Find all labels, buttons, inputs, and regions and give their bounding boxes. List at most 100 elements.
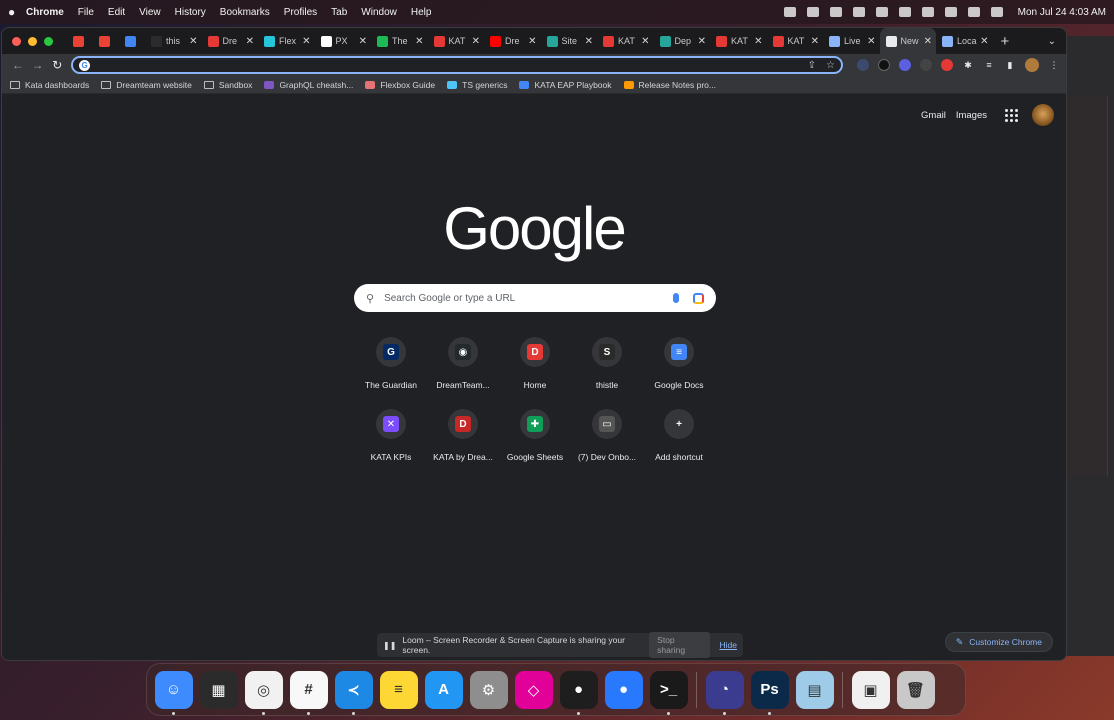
account-avatar[interactable] xyxy=(1032,104,1054,126)
browser-tab[interactable]: KAT ✕ xyxy=(428,28,485,54)
menu-tab[interactable]: Tab xyxy=(331,7,347,18)
search-input[interactable] xyxy=(384,292,673,304)
browser-tab[interactable]: The ✕ xyxy=(371,28,428,54)
status-pause-icon[interactable] xyxy=(852,7,865,17)
menu-window[interactable]: Window xyxy=(361,7,397,18)
bookmark-star-icon[interactable]: ☆ xyxy=(826,60,835,71)
shortcut-tile[interactable]: ◉ DreamTeam... xyxy=(427,334,499,394)
close-tab-icon[interactable]: ✕ xyxy=(980,36,988,47)
dock-finder-icon[interactable]: ☺ xyxy=(154,670,193,715)
bookmark-item[interactable]: GraphQL cheatsh... xyxy=(264,80,353,90)
shortcut-tile[interactable]: ≡ Google Docs xyxy=(643,334,715,394)
close-tab-icon[interactable]: ✕ xyxy=(698,36,706,47)
browser-tab[interactable]: Loca ✕ xyxy=(936,28,993,54)
shortcut-tile[interactable]: ▭ (7) Dev Onbo... xyxy=(571,406,643,466)
close-tab-icon[interactable]: ✕ xyxy=(415,36,423,47)
background-window[interactable] xyxy=(1060,36,1114,656)
dock-trash-icon[interactable]: 🗑 xyxy=(896,670,935,709)
bookmark-item[interactable]: Release Notes pro... xyxy=(623,80,716,90)
menu-help[interactable]: Help xyxy=(411,7,432,18)
extension-react-icon[interactable] xyxy=(856,59,869,71)
google-apps-icon[interactable] xyxy=(1005,108,1018,122)
control-center-icon[interactable] xyxy=(967,7,980,17)
search-box[interactable]: ⚲ xyxy=(354,284,716,312)
extension-purple-icon[interactable] xyxy=(898,59,911,71)
close-tab-icon[interactable]: ✕ xyxy=(754,36,762,47)
shortcut-tile[interactable]: ✕ KATA KPIs xyxy=(355,406,427,466)
siri-icon[interactable] xyxy=(990,7,1003,17)
tab-search-chevron-icon[interactable]: ⌄ xyxy=(1048,36,1056,47)
dock-graphql-icon[interactable]: ◇ xyxy=(514,670,553,709)
menu-edit[interactable]: Edit xyxy=(108,7,125,18)
stop-sharing-button[interactable]: Stop sharing xyxy=(649,632,710,658)
dock-notes-icon[interactable]: ≡ xyxy=(379,670,418,709)
dock-arc-icon[interactable]: ◔ xyxy=(705,670,744,715)
status-list-icon[interactable] xyxy=(783,7,796,17)
browser-tab[interactable]: KAT ✕ xyxy=(767,28,824,54)
close-tab-icon[interactable]: ✕ xyxy=(359,36,367,47)
dock-maps-icon[interactable]: ● xyxy=(604,670,643,709)
shortcut-tile[interactable]: G The Guardian xyxy=(355,334,427,394)
menu-app-name[interactable]: Chrome xyxy=(26,7,64,18)
dock-system-settings-icon[interactable]: ⚙ xyxy=(469,670,508,709)
menu-profiles[interactable]: Profiles xyxy=(284,7,317,18)
images-link[interactable]: Images xyxy=(956,110,987,121)
bookmark-item[interactable]: KATA EAP Playbook xyxy=(519,80,612,90)
browser-tab[interactable]: Site ✕ xyxy=(541,28,598,54)
browser-tab[interactable]: Live ✕ xyxy=(823,28,880,54)
close-tab-icon[interactable]: ✕ xyxy=(302,36,310,47)
browser-tab[interactable]: Flex ✕ xyxy=(258,28,315,54)
close-tab-icon[interactable]: ✕ xyxy=(528,36,536,47)
shortcut-tile[interactable]: ✚ Google Sheets xyxy=(499,406,571,466)
close-tab-icon[interactable]: ✕ xyxy=(924,36,932,47)
menubar-clock[interactable]: Mon Jul 24 4:03 AM xyxy=(1018,7,1106,18)
omnibox-input[interactable] xyxy=(96,59,798,71)
bookmark-item[interactable]: Flexbox Guide xyxy=(365,80,435,90)
chrome-menu-icon[interactable]: ⋮ xyxy=(1048,59,1060,71)
status-cloud-icon[interactable] xyxy=(829,7,842,17)
dock-terminal-icon[interactable]: >_ xyxy=(649,670,688,715)
browser-tab[interactable]: PX ✕ xyxy=(315,28,372,54)
dock-photoshop-icon[interactable]: Ps xyxy=(750,670,789,715)
shortcut-tile[interactable]: Sthistle xyxy=(571,334,643,394)
close-tab-icon[interactable]: ✕ xyxy=(641,36,649,47)
browser-tab[interactable] xyxy=(67,28,93,54)
close-window-button[interactable] xyxy=(12,36,21,46)
browser-tab[interactable]: New ✕ xyxy=(879,28,936,54)
browser-tab[interactable]: KAT ✕ xyxy=(710,28,767,54)
apple-menu-icon[interactable]: ● xyxy=(8,5,26,19)
status-record-icon[interactable] xyxy=(875,7,888,17)
customize-chrome-button[interactable]: ✎ Customize Chrome xyxy=(944,632,1053,652)
close-tab-icon[interactable]: ✕ xyxy=(585,36,593,47)
gmail-link[interactable]: Gmail xyxy=(921,110,946,121)
omnibox[interactable]: G ⇪ ☆ xyxy=(71,56,843,74)
browser-tab[interactable]: this ✕ xyxy=(145,28,202,54)
bookmark-item[interactable]: TS generics xyxy=(447,80,507,90)
reload-button[interactable]: ↻ xyxy=(47,58,67,72)
status-stats-icon[interactable] xyxy=(806,7,819,17)
hide-button[interactable]: Hide xyxy=(720,640,737,650)
dock-app-store-icon[interactable]: A xyxy=(424,670,463,709)
side-panel-icon[interactable]: ▮ xyxy=(1004,59,1016,71)
bookmark-item[interactable]: Sandbox xyxy=(203,80,252,90)
browser-tab[interactable]: Dre ✕ xyxy=(484,28,541,54)
dock-downloads-icon[interactable]: ▣ xyxy=(851,670,890,709)
google-lens-icon[interactable] xyxy=(693,292,704,304)
close-tab-icon[interactable]: ✕ xyxy=(867,36,875,47)
wifi-icon[interactable] xyxy=(921,7,934,17)
close-tab-icon[interactable]: ✕ xyxy=(189,36,197,47)
forward-button[interactable]: → xyxy=(28,58,48,72)
dock-slack-icon[interactable]: # xyxy=(289,670,328,715)
fullscreen-window-button[interactable] xyxy=(44,36,53,46)
battery-icon[interactable] xyxy=(898,7,911,17)
dock-mission-control-icon[interactable]: ▦ xyxy=(199,670,238,709)
shortcut-tile[interactable]: D Home xyxy=(499,334,571,394)
browser-tab[interactable]: KAT ✕ xyxy=(597,28,654,54)
extension-dark-icon[interactable] xyxy=(877,59,890,71)
spotlight-search-icon[interactable] xyxy=(944,7,957,17)
extension-red-icon[interactable] xyxy=(940,59,953,71)
profile-avatar-icon[interactable] xyxy=(1024,58,1039,72)
menu-file[interactable]: File xyxy=(78,7,94,18)
share-icon[interactable]: ⇪ xyxy=(808,60,816,71)
shortcut-tile[interactable]: D KATA by Drea... xyxy=(427,406,499,466)
